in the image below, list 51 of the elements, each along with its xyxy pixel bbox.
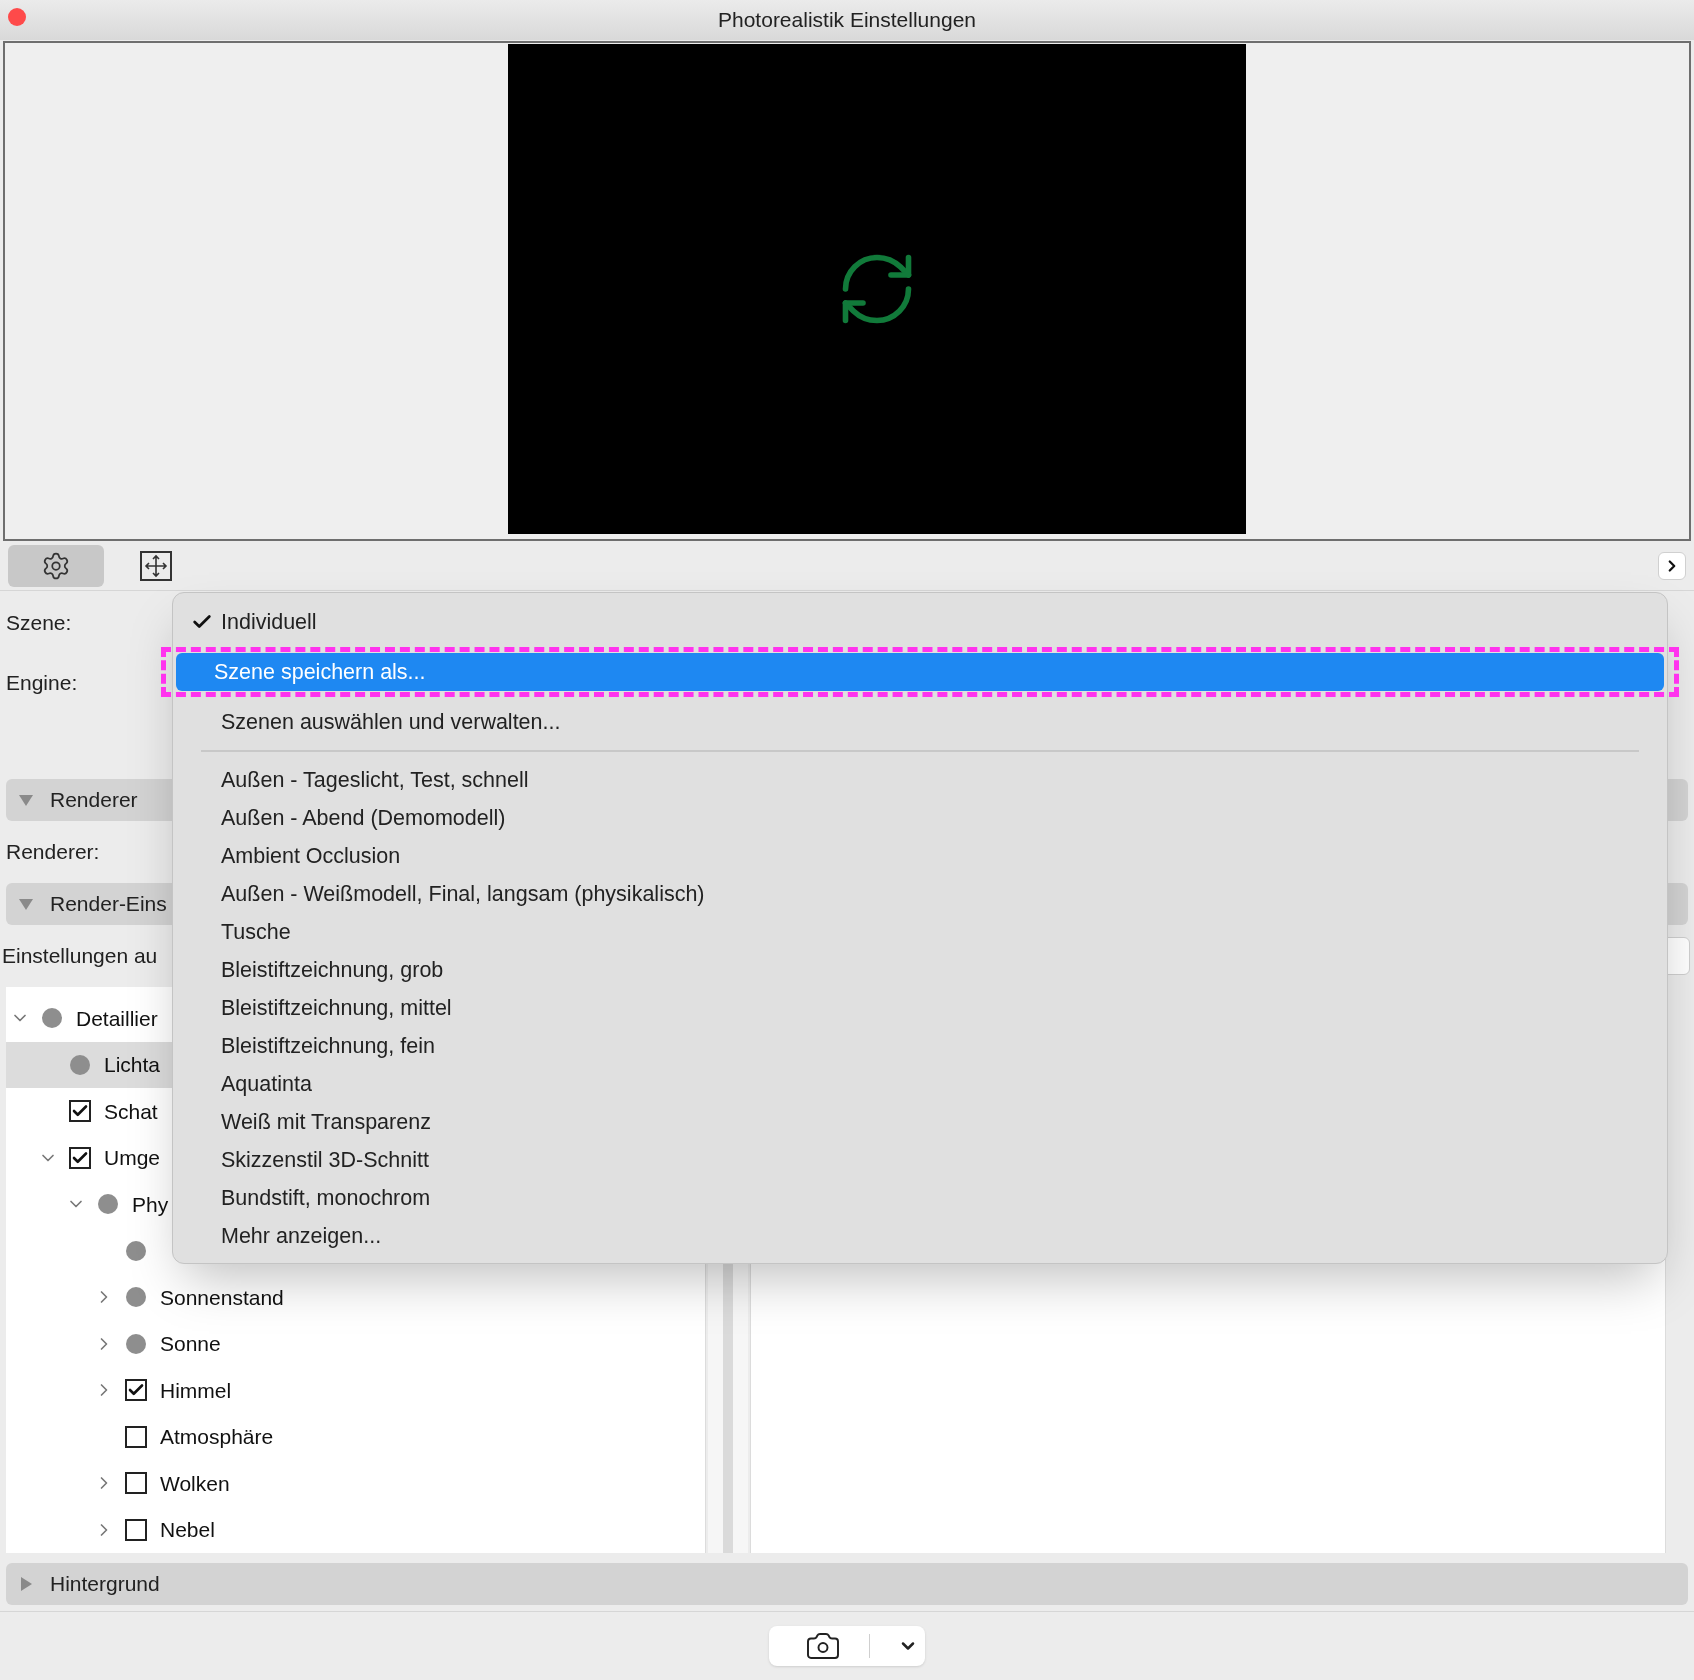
window-title: Photorealistik Einstellungen [718, 7, 976, 34]
checkbox[interactable] [69, 1100, 91, 1123]
tree-label: Lichta [104, 1052, 161, 1078]
expand-button[interactable] [1658, 551, 1686, 580]
tree-label: Sonnenstand [160, 1284, 284, 1311]
frame-icon[interactable] [140, 550, 172, 581]
menu-item[interactable]: Bundstift, monochrom [183, 1179, 1657, 1217]
capture-button[interactable] [769, 1626, 925, 1666]
tree-label: Detaillier [76, 1005, 158, 1032]
section-title: Renderer [50, 787, 138, 814]
menu-item[interactable]: Ambient Occlusion [183, 837, 1657, 875]
tree-label: Nebel [160, 1517, 215, 1543]
tree-label: Himmel [160, 1377, 232, 1404]
tree-label: Schat [104, 1098, 158, 1125]
tree-label: Sonne [160, 1331, 221, 1357]
field-label: Engine: [6, 670, 78, 697]
field-label: Einstellungen au [2, 943, 158, 970]
close-button[interactable] [8, 8, 26, 26]
menu-item[interactable]: Weiß mit Transparenz [183, 1103, 1657, 1141]
menu-item[interactable]: Szenen auswählen und verwalten... [183, 703, 1657, 741]
menu-item[interactable]: Tusche [183, 913, 1657, 951]
settings-tab[interactable] [8, 544, 104, 587]
menu-item[interactable]: Bleistiftzeichnung, mittel [183, 989, 1657, 1027]
menu-item[interactable]: Individuell [183, 603, 1657, 641]
checkbox[interactable] [125, 1379, 147, 1402]
tree-label: Wolken [160, 1470, 230, 1497]
tree-label: Umge [104, 1145, 161, 1171]
section-header[interactable]: Hintergrund [6, 1563, 1688, 1605]
menu-item[interactable]: Außen - Weißmodell, Final, langsam (physikalisch) [183, 875, 1657, 913]
menu-item[interactable]: Szene speichern als... [176, 653, 1664, 691]
checkbox[interactable] [69, 1146, 91, 1169]
triangle-down-icon [18, 792, 34, 808]
menu-item[interactable]: Außen - Tageslicht, Test, schnell [183, 761, 1657, 799]
checkbox[interactable] [125, 1425, 147, 1448]
menu-item[interactable]: Bleistiftzeichnung, grob [183, 951, 1657, 989]
menu-item[interactable]: Skizzenstil 3D-Schnitt [183, 1141, 1657, 1179]
triangle-right-icon [18, 1576, 34, 1592]
tree-label: Phy [132, 1191, 169, 1218]
triangle-down-icon [18, 896, 34, 912]
tree-label: Atmosphäre [160, 1424, 274, 1450]
menu-item[interactable]: Mehr anzeigen... [183, 1217, 1657, 1255]
checkbox[interactable] [125, 1472, 147, 1495]
checkbox[interactable] [125, 1518, 147, 1541]
menu-item[interactable]: Aquatinta [183, 1065, 1657, 1103]
menu-item[interactable]: Bleistiftzeichnung, fein [183, 1027, 1657, 1065]
section-title: Hintergrund [50, 1571, 160, 1598]
section-title: Render-Eins [50, 891, 167, 918]
settings-icon [41, 550, 71, 581]
field-label: Renderer: [6, 839, 100, 866]
field-label: Szene: [6, 610, 72, 637]
menu-item[interactable]: Außen - Abend (Demomodell) [183, 799, 1657, 837]
